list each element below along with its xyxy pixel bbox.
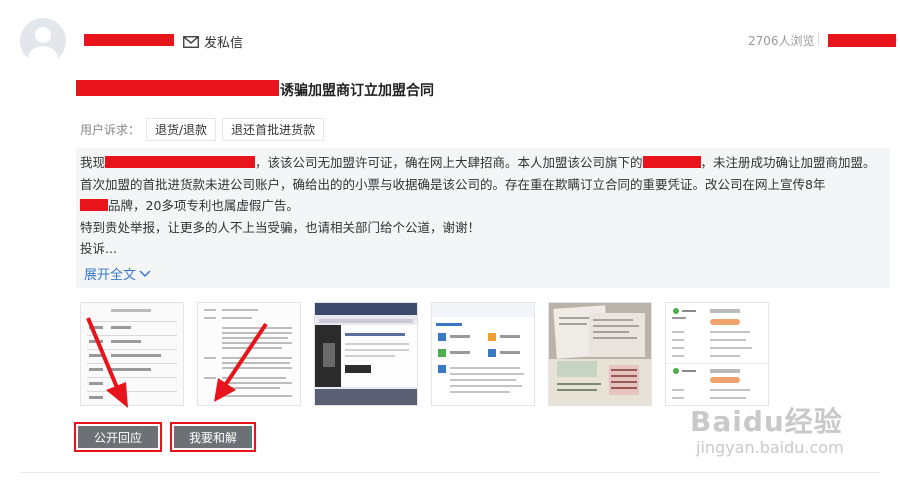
- redacted-title-prefix: [76, 80, 279, 96]
- expand-full-text-label: 展开全文: [84, 268, 137, 283]
- reconcile-label: 我要和解: [174, 426, 252, 448]
- redacted-text-2: [642, 156, 701, 168]
- private-message-label: 发私信: [204, 36, 244, 51]
- avatar-head-shape: [35, 27, 51, 43]
- public-reply-button[interactable]: 公开回应: [74, 422, 162, 452]
- demand-tag-return-payment: 退还首批进货款: [222, 118, 325, 141]
- evidence-thumbnail-1[interactable]: [80, 302, 184, 406]
- private-message-link[interactable]: 发私信: [183, 32, 243, 51]
- complaint-text-seg-4: 品牌，20多项专利也属虚假广告。: [108, 198, 299, 213]
- expand-full-text-link[interactable]: 展开全文: [84, 264, 151, 283]
- envelope-icon: [183, 35, 199, 48]
- header-divider: [818, 32, 819, 46]
- complaint-text-seg-2: ，该该公司无加盟许可证，确在网上大肆招商。本人加盟该公司旗下的: [255, 155, 643, 170]
- view-count: 2706人浏览: [748, 34, 815, 48]
- chevron-down-icon: [139, 269, 151, 277]
- avatar-body-shape: [28, 46, 58, 64]
- complaint-text-seg-5: 特到贵处举报，让更多的人不上当受骗，也请相关部门给个公道，谢谢！: [80, 219, 481, 235]
- public-reply-label: 公开回应: [78, 426, 158, 448]
- demand-tag-refund: 退货/退款: [146, 118, 217, 141]
- watermark-url: jingyan.baidu.com: [696, 438, 844, 457]
- text-document-image: [198, 303, 300, 405]
- complaint-text: 我现 ，该该公司无加盟许可证，确在网上大肆招商。本人加盟该公司旗下的 ，未注册成功确…: [80, 152, 886, 260]
- evidence-thumbnail-4[interactable]: [431, 302, 535, 406]
- bottom-divider: [20, 472, 880, 473]
- complaint-text-seg-6: 投诉...: [80, 241, 117, 256]
- user-demands: 用户诉求： 退货/退款 退还首批进货款: [80, 118, 325, 141]
- redacted-text-3: [80, 199, 108, 211]
- redacted-text-1: [105, 156, 256, 168]
- website-screenshot-image: [315, 303, 417, 405]
- complaint-content: 我现 ，该该公司无加盟许可证，确在网上大肆招商。本人加盟该公司旗下的 ，未注册成功确…: [76, 148, 890, 288]
- baidu-jingyan-watermark: Baidu经验 jingyan.baidu.com: [690, 400, 844, 457]
- evidence-thumbnail-3[interactable]: [314, 302, 418, 406]
- redacted-username: [84, 34, 174, 46]
- app-screenshot-image: [432, 303, 534, 405]
- receipt-photo-image: [549, 303, 651, 405]
- avatar[interactable]: [20, 18, 66, 64]
- post-title[interactable]: 诱骗加盟商订立加盟合同: [280, 80, 434, 100]
- redacted-date: [828, 34, 896, 47]
- reconcile-button[interactable]: 我要和解: [170, 422, 256, 452]
- evidence-thumbnail-6[interactable]: [665, 302, 769, 406]
- user-demands-label: 用户诉求：: [80, 123, 141, 137]
- payment-record-image: [666, 303, 768, 405]
- form-document-image: [81, 303, 183, 405]
- evidence-thumbnail-2[interactable]: [197, 302, 301, 406]
- complaint-text-seg-1: 我现: [80, 155, 106, 170]
- watermark-brand: Baidu经验: [690, 405, 843, 438]
- evidence-thumbnail-5[interactable]: [548, 302, 652, 406]
